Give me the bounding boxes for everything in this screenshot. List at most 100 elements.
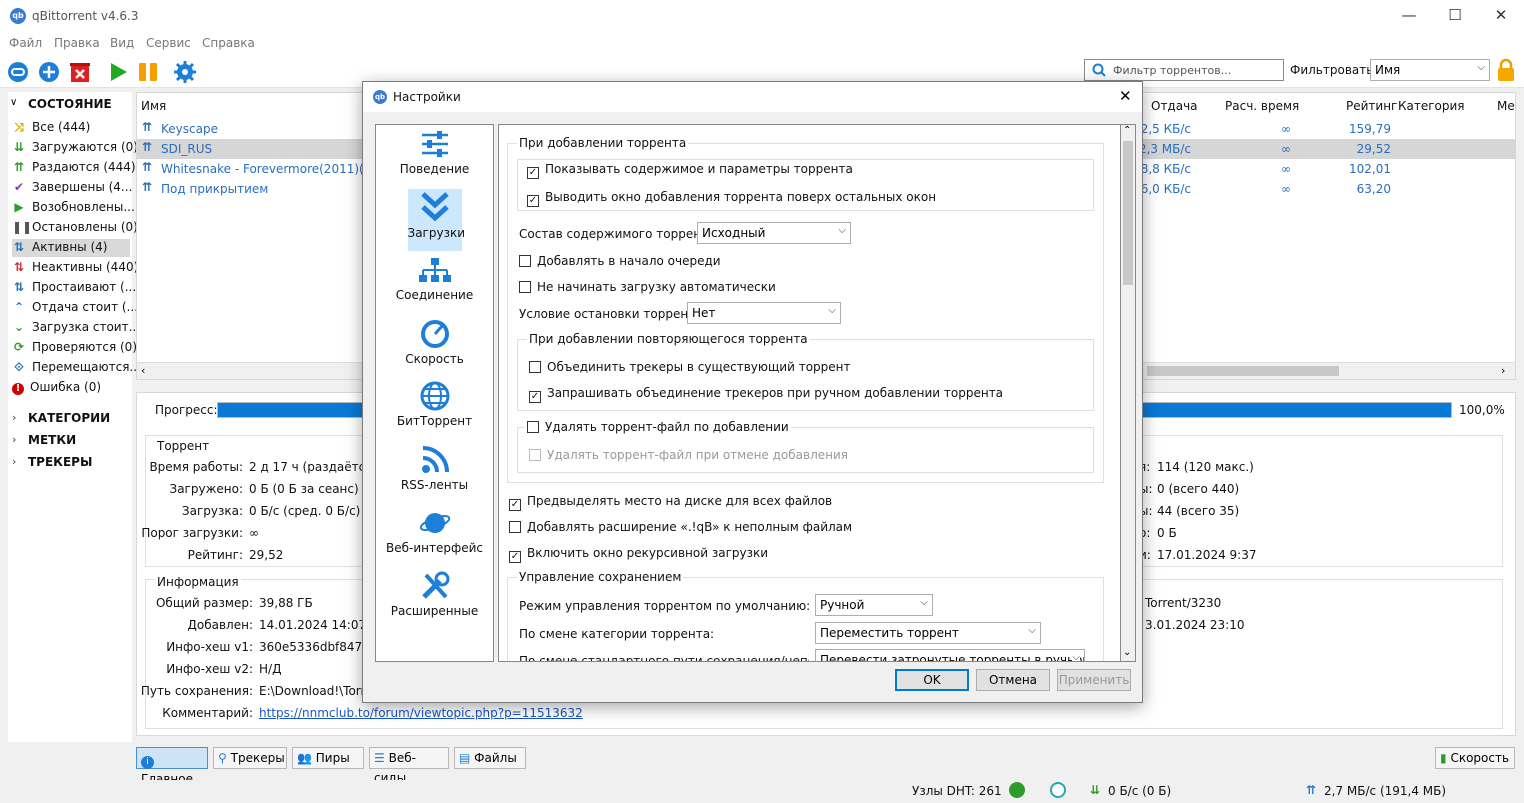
sidebar-item-10[interactable]: ⌄ Загрузка стоит... (12, 319, 140, 337)
ok-button[interactable]: OK (895, 669, 969, 691)
upload-speed[interactable]: 2,7 МБ/с (191,4 МБ) (1324, 784, 1446, 798)
settings-gear-icon[interactable] (173, 60, 197, 84)
checkbox-unchecked-icon (509, 521, 521, 533)
maximize-button[interactable]: ☐ (1432, 0, 1478, 32)
nav-behavior[interactable]: Поведение (376, 127, 493, 187)
filter-by-select[interactable]: Имя ⌵ (1370, 59, 1490, 81)
nav-advanced[interactable]: Расширенные (376, 569, 493, 629)
chevron-right-icon[interactable]: › (12, 411, 16, 424)
filter-input[interactable]: Фильтр торрентов... (1084, 59, 1284, 81)
add-top-queue-checkbox[interactable]: Добавлять в начало очереди (519, 254, 721, 268)
pause-icon[interactable] (136, 60, 160, 84)
sidebar-item-1[interactable]: ⇊ Загружаются (0) (12, 139, 138, 157)
sidebar-item-3[interactable]: ✔ Завершены (4... (12, 179, 132, 197)
add-link-icon[interactable] (6, 60, 30, 84)
merge-trackers-checkbox[interactable]: Объединить трекеры в существующий торрен… (529, 360, 851, 374)
speed-limit-icon[interactable] (1050, 782, 1066, 798)
tab-peers[interactable]: 👥 Пиры (292, 747, 364, 769)
tab-general[interactable]: i Главное (136, 747, 208, 786)
sidebar-item-7[interactable]: ⇅ Неактивны (440) (12, 259, 138, 277)
sidebar-item-13[interactable]: ! Ошибка (0) (12, 379, 130, 397)
sidebar-item-8[interactable]: ⇅ Простаивают (... (12, 279, 136, 297)
column-category[interactable]: Категория (1398, 99, 1465, 113)
lock-icon[interactable] (1496, 58, 1516, 82)
menu-tools[interactable]: Сервис (146, 36, 191, 50)
checkbox-checked-icon: ✓ (509, 551, 521, 563)
preallocate-checkbox[interactable]: ✓ Предвыделять место на диске для всех фа… (509, 494, 832, 511)
menu-file[interactable]: Файл (9, 36, 42, 50)
comment-link[interactable]: https://nnmclub.to/forum/viewtopic.php?p… (259, 706, 583, 720)
dont-start-checkbox[interactable]: Не начинать загрузку автоматически (519, 280, 776, 294)
tab-trackers[interactable]: ⚲ Трекеры (213, 747, 287, 769)
sidebar-item-9[interactable]: ⌃ Отдача стоит (... (12, 299, 138, 317)
cancel-button[interactable]: Отмена (976, 669, 1050, 691)
default-mode-select[interactable]: Ручной ⌵ (815, 594, 933, 616)
nav-webui[interactable]: Веб-интерфейс (376, 506, 493, 566)
download-icon: ⇊ (13, 140, 25, 154)
content-layout-select[interactable]: Исходный ⌵ (697, 222, 851, 244)
column-ratio[interactable]: Рейтинг (1346, 99, 1397, 113)
chevron-down-icon[interactable]: ∨ (10, 97, 17, 108)
column-name[interactable]: Имя (141, 99, 166, 113)
sidebar-item-11[interactable]: ⟳ Проверяются (0) (12, 339, 137, 357)
stop-condition-select[interactable]: Нет ⌵ (687, 302, 841, 324)
nav-downloads-label: Загрузки (407, 226, 466, 240)
scroll-down-icon[interactable]: ⌄ (1123, 647, 1131, 658)
minimize-button[interactable]: — (1386, 0, 1432, 32)
scrollbar-thumb[interactable] (1147, 366, 1339, 376)
add-torrent-icon[interactable] (37, 60, 61, 84)
default-path-change-select[interactable]: Перевести затронутые торренты в ручной р… (815, 649, 1085, 662)
column-more[interactable]: Ме (1497, 99, 1515, 113)
sidebar-item-6[interactable]: ⇅ Активны (4) (12, 239, 130, 257)
show-content-checkbox[interactable]: ✓ Показывать содержимое и параметры торре… (527, 162, 853, 179)
menu-view[interactable]: Вид (110, 36, 134, 50)
column-eta[interactable]: Расч. время (1225, 99, 1299, 113)
scroll-left-icon[interactable]: ‹ (141, 364, 145, 377)
nav-bittorrent[interactable]: БитТоррент (376, 379, 493, 439)
dialog-close-icon[interactable]: ✕ (1119, 87, 1132, 105)
scroll-up-icon[interactable]: ⌃ (1123, 125, 1131, 136)
trackers-header[interactable]: ТРЕКЕРЫ (28, 455, 92, 469)
tags-header[interactable]: МЕТКИ (28, 433, 76, 447)
sidebar-item-label: Загрузка стоит... (32, 320, 141, 334)
move-icon: ⟐ (14, 360, 24, 374)
recursive-checkbox[interactable]: ✓ Включить окно рекурсивной загрузки (509, 546, 768, 563)
sidebar-item-5[interactable]: ❚❚Остановлены (0) (12, 219, 138, 237)
tab-webseeds[interactable]: ☰ Веб-сиды (369, 747, 449, 785)
scroll-right-icon[interactable]: › (1501, 364, 1505, 377)
torrent-name: Keyscape (161, 122, 218, 136)
seeding-icon: ⇈ (142, 160, 153, 174)
filter-by-value: Имя (1375, 63, 1401, 77)
sidebar-item-12[interactable]: ⟐ Перемещаются... (12, 359, 141, 377)
delete-torrent-checkbox[interactable]: Удалять торрент-файл по добавлении (525, 420, 791, 434)
network-globe-icon[interactable] (1009, 782, 1025, 798)
settings-vertical-scrollbar[interactable]: ⌃ ⌄ (1121, 124, 1136, 662)
resume-icon[interactable] (106, 60, 130, 84)
nav-connection[interactable]: Соединение (376, 255, 493, 315)
download-speed[interactable]: 0 Б/с (0 Б) (1108, 784, 1171, 798)
sidebar-item-2[interactable]: ⇈ Раздаются (444) (12, 159, 136, 177)
delete-icon[interactable] (68, 60, 92, 84)
tab-files[interactable]: ▤ Файлы (454, 747, 526, 769)
menu-edit[interactable]: Правка (54, 36, 100, 50)
chevron-right-icon[interactable]: › (12, 433, 16, 446)
nav-downloads[interactable]: Загрузки (376, 189, 493, 251)
close-window-button[interactable]: ✕ (1478, 0, 1524, 32)
chevron-right-icon[interactable]: › (12, 455, 16, 468)
sidebar-item-0[interactable]: ⤨ Все (444) (12, 119, 130, 137)
nav-speed[interactable]: Скорость (376, 317, 493, 377)
ask-merge-checkbox[interactable]: ✓ Запрашивать объединение трекеров при ру… (529, 386, 1003, 403)
menu-help[interactable]: Справка (202, 36, 255, 50)
nav-rss[interactable]: RSS-ленты (376, 443, 493, 503)
scrollbar-thumb[interactable] (1123, 141, 1133, 285)
append-qb-checkbox[interactable]: Добавлять расширение «.!qB» к неполным ф… (509, 520, 852, 534)
speed-button[interactable]: ▮ Скорость (1435, 747, 1515, 769)
chevron-down-icon: ⌵ (1072, 652, 1080, 662)
window-on-top-checkbox[interactable]: ✓ Выводить окно добавления торрента повер… (527, 190, 936, 207)
apply-button[interactable]: Применить (1057, 669, 1131, 691)
column-upload[interactable]: Отдача (1151, 99, 1198, 113)
sidebar-item-4[interactable]: ▶ Возобновлены... (12, 199, 134, 217)
categories-header[interactable]: КАТЕГОРИИ (28, 411, 110, 425)
category-change-select[interactable]: Переместить торрент ⌵ (815, 622, 1041, 644)
status-header[interactable]: СОСТОЯНИЕ (28, 97, 112, 111)
